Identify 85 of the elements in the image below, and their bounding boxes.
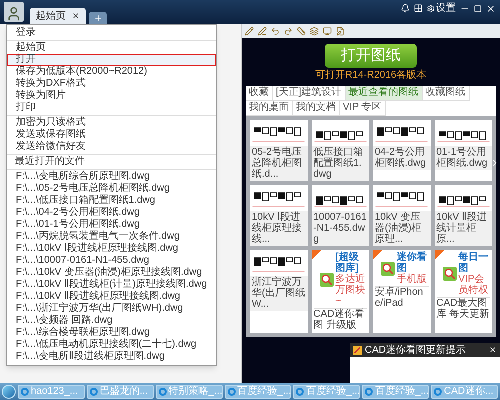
file-name: 01-1号公用柜图纸.dwg: [434, 146, 492, 170]
drawing-card[interactable]: 01-1号公用柜图纸.dwg: [434, 120, 492, 181]
magnifier-icon: [320, 272, 334, 286]
file-name: 低压接口箱配置图纸1.dwg: [312, 146, 369, 181]
file-name: 10kV Ⅱ段进线计量柜原...: [434, 211, 492, 246]
menu-item[interactable]: F:\...\丙烷脱氢装置电气一次条件.dwg: [7, 231, 216, 243]
drawing-card[interactable]: 04-2号公用柜图纸.dwg: [373, 120, 430, 181]
menu-item[interactable]: 发送或保存图纸: [7, 129, 216, 141]
menu-item[interactable]: F:\...\浙江宁波万华(出厂图纸WH).dwg: [7, 303, 216, 315]
ruler-icon[interactable]: [297, 26, 306, 36]
menu-item[interactable]: F:\...\10kV Ⅱ段进线柜原理接线图.dwg: [7, 291, 216, 303]
menu-item[interactable]: 打印: [7, 102, 216, 114]
drawing-card[interactable]: 浙江宁波万华(出厂图纸W...: [250, 250, 308, 333]
avatar-icon[interactable]: [4, 2, 24, 22]
menu-heading: 最近打开的文件: [14, 156, 86, 168]
promo-text: 多达近万图块~: [336, 274, 366, 307]
bell-icon[interactable]: [401, 4, 410, 13]
start-button[interactable]: [2, 384, 16, 398]
menu-item[interactable]: F:\...\低压接口箱配置图纸1.dwg: [7, 195, 216, 207]
menu-item[interactable]: F:\...\变电所Ⅱ段进线柜原理图.dwg: [7, 351, 216, 363]
promo-card[interactable]: 迷你看图 手机版 安卓/iPhone/iPad: [373, 250, 430, 333]
menu-item[interactable]: 保存为低版本(R2000~R2012): [7, 66, 216, 78]
plus-icon: [94, 14, 102, 22]
file-name: 10007-0161-N1-455.dwg: [312, 211, 369, 246]
ribbon-icon: [434, 250, 444, 260]
promo-text: 每日一图: [458, 252, 490, 274]
menu-item[interactable]: F:\...\10007-0161-N1-455.dwg: [7, 255, 216, 267]
menu-item[interactable]: F:\...\05-2号电压总降机柜图纸.dwg: [7, 183, 216, 195]
menu-item[interactable]: 转换为图片: [7, 90, 216, 102]
promo-text: 迷你看图: [397, 252, 428, 274]
app-icon: [353, 346, 362, 354]
promo-caption: 安卓/iPhone/iPad: [375, 286, 428, 309]
menu-item[interactable]: F:\...\10kV 变压器(油浸)柜原理接线图.dwg: [7, 267, 216, 279]
category-tab[interactable]: [天正]建筑设计: [273, 86, 346, 101]
maximize-icon[interactable]: [474, 4, 482, 12]
file-name: 浙江宁波万华(出厂图纸W...: [250, 276, 308, 311]
menu-item[interactable]: F:\...\01-1号公用柜图纸.dwg: [7, 219, 216, 231]
promo-text: 手机版: [397, 274, 428, 285]
menu-item[interactable]: 发送给微信好友: [7, 141, 216, 153]
menu-item[interactable]: 登录: [7, 27, 216, 39]
ribbon-icon: [373, 250, 383, 260]
promo-card[interactable]: 每日一图 VIP会员特权 CAD最大图库 每天更新: [434, 250, 492, 333]
menu-item[interactable]: F:\...\10kV Ⅱ段进线柜(计量)原理接线图.dwg: [7, 279, 216, 291]
ribbon-icon: [312, 250, 322, 260]
category-tab[interactable]: 收藏: [246, 86, 273, 101]
pencil-icon[interactable]: [245, 26, 254, 36]
redo-icon[interactable]: [284, 26, 293, 36]
close-tab-icon[interactable]: [72, 12, 80, 20]
menu-item[interactable]: 起始页: [7, 42, 216, 54]
close-icon[interactable]: [486, 4, 496, 14]
menu-item[interactable]: 加密为只读格式: [7, 117, 216, 129]
promo-text: VIP会员特权: [458, 274, 490, 296]
document-tab[interactable]: 起始页: [30, 8, 86, 24]
promo-caption: CAD最大图库 每天更新: [436, 297, 490, 320]
menu-item[interactable]: F:\...\低压电动机原理接线图(二十七).dwg: [7, 339, 216, 351]
promo-text: [超级图库]: [336, 252, 359, 274]
file-name: 10kV Ⅰ段进线柜原理接线...: [250, 211, 308, 246]
menu-item[interactable]: F:\...\变电所综合所原理图.dwg: [7, 171, 216, 183]
layers-icon[interactable]: [310, 26, 319, 36]
menu-item[interactable]: F:\...\综合楼母联柜原理图.dwg: [7, 327, 216, 339]
settings-icon: [427, 4, 435, 12]
file-name: 05-2号电压总降机柜图纸.d...: [250, 146, 308, 181]
menu-item[interactable]: 打开: [7, 54, 216, 66]
file-name: 10kV 变压器(油浸)柜原理...: [373, 211, 430, 246]
promo-caption: CAD迷你看图 升级版: [314, 308, 367, 331]
pen-icon[interactable]: [258, 26, 267, 36]
menu-item[interactable]: 转换为DXF格式: [7, 78, 216, 90]
monitor-icon[interactable]: [323, 26, 332, 36]
new-tab-button[interactable]: [89, 12, 107, 24]
menu-item[interactable]: F:\...\04-2号公用柜图纸.dwg: [7, 207, 216, 219]
promo-card[interactable]: [超级图库] 多达近万图块~ CAD迷你看图 升级版: [312, 250, 369, 333]
menu-item[interactable]: F:\...\变频器 回路.dwg: [7, 315, 216, 327]
magnifier-icon: [442, 267, 456, 281]
notification-title: CAD迷你看图更新提示: [365, 344, 466, 356]
menu-item[interactable]: F:\...\10kV Ⅰ段进线柜原理接线图.dwg: [7, 243, 216, 255]
undo-icon[interactable]: [271, 26, 280, 36]
file-name: 04-2号公用柜图纸.dwg: [373, 146, 430, 170]
grid-icon[interactable]: [414, 4, 423, 13]
magnifier-icon: [381, 262, 395, 276]
settings-button[interactable]: 设置: [427, 3, 456, 14]
version-note: 可打开R14-R2016各版本: [315, 70, 427, 82]
category-tab[interactable]: 最近查看的图纸: [346, 86, 423, 101]
close-icon[interactable]: [489, 346, 497, 354]
edit-file-icon[interactable]: [336, 26, 345, 36]
category-tab[interactable]: 收藏图纸: [422, 86, 470, 101]
